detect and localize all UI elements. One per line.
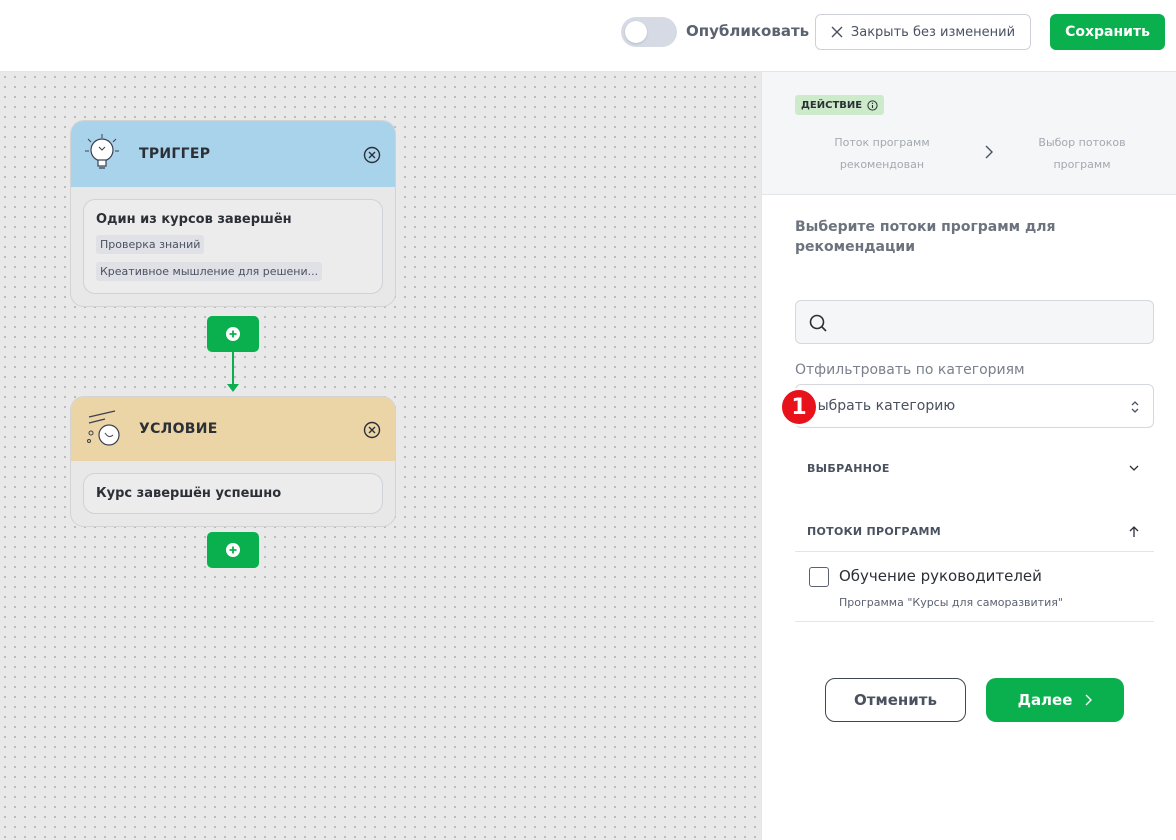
trigger-node-header: ТРИГГЕР — [71, 121, 395, 187]
toggle-knob — [625, 21, 647, 43]
trigger-node[interactable]: ТРИГГЕР Один из курсов завершён Проверка… — [70, 120, 396, 307]
step-stream-recommended[interactable]: Поток программ рекомендован — [812, 132, 952, 176]
remove-node-icon[interactable] — [363, 146, 381, 164]
condition-node-body: Курс завершён успешно — [71, 461, 395, 526]
plus-circle-icon — [226, 327, 240, 341]
chevron-right-icon — [1085, 694, 1093, 706]
arrow-up-icon — [1129, 525, 1139, 537]
connector-line — [232, 352, 234, 388]
trigger-condition-card[interactable]: Один из курсов завершён Проверка знаний … — [83, 199, 383, 294]
program-title: Обучение руководителей — [839, 567, 1042, 585]
publish-label: Опубликовать — [686, 22, 810, 40]
category-select[interactable]: 1 Выбрать категорию — [780, 384, 1154, 428]
cancel-button[interactable]: Отменить — [825, 678, 966, 722]
search-icon — [809, 314, 827, 332]
chevron-right-icon — [985, 145, 993, 159]
close-button-label: Закрыть без изменений — [850, 24, 1016, 40]
panel-subtitle: Выберите потоки программ для рекомендаци… — [795, 219, 1056, 255]
trigger-node-title: ТРИГГЕР — [139, 146, 211, 162]
search-input[interactable] — [840, 309, 1140, 337]
action-settings-panel: ДЕЙСТВИЕ Поток программ рекомендован Выб… — [761, 72, 1176, 840]
publish-toggle[interactable] — [621, 17, 677, 47]
action-badge: ДЕЙСТВИЕ — [795, 95, 885, 115]
course-tag: Креативное мышление для решени... — [96, 262, 323, 281]
section-streams-label: ПОТОКИ ПРОГРАММ — [807, 525, 942, 538]
condition-card-title: Курс завершён успешно — [96, 486, 282, 501]
plus-circle-icon — [226, 543, 240, 557]
add-step-button[interactable] — [207, 316, 259, 352]
close-without-changes-button[interactable]: Закрыть без изменений — [815, 14, 1031, 50]
condition-node-header: УСЛОВИЕ — [71, 397, 395, 461]
close-icon — [831, 26, 843, 38]
lightbulb-icon — [85, 134, 119, 169]
condition-node[interactable]: УСЛОВИЕ Курс завершён успешно — [70, 396, 396, 527]
program-subtitle: Программа "Курсы для саморазвития" — [839, 596, 1063, 609]
section-favorite-label: ВЫБРАННОЕ — [807, 461, 890, 475]
condition-card[interactable]: Курс завершён успешно — [83, 473, 383, 514]
chevron-up-down-icon — [1131, 401, 1139, 413]
save-button[interactable]: Сохранить — [1050, 14, 1165, 50]
search-field[interactable] — [795, 300, 1154, 344]
next-button-label: Далее — [1017, 691, 1073, 709]
program-checkbox[interactable] — [809, 567, 829, 587]
workflow-canvas[interactable]: ТРИГГЕР Один из курсов завершён Проверка… — [0, 72, 761, 840]
connector-arrow — [227, 384, 239, 392]
course-tag: Проверка знаний — [96, 235, 205, 254]
add-step-button[interactable] — [207, 532, 259, 568]
panel-header: ДЕЙСТВИЕ Поток программ рекомендован Выб… — [762, 72, 1176, 195]
step-select-streams[interactable]: Выбор потоков программ — [1012, 132, 1152, 176]
section-favorite[interactable]: ВЫБРАННОЕ — [795, 448, 1154, 488]
action-badge-label: ДЕЙСТВИЕ — [801, 99, 863, 111]
trigger-card-title: Один из курсов завершён — [96, 212, 292, 227]
program-stream-item[interactable]: Обучение руководителей Программа "Курсы … — [795, 557, 1154, 622]
remove-node-icon[interactable] — [363, 421, 381, 439]
chevron-down-icon — [1129, 465, 1139, 471]
category-select-value: Выбрать категорию — [808, 398, 956, 414]
info-icon[interactable] — [867, 99, 878, 111]
filter-label: Отфильтровать по категориям — [795, 362, 1025, 378]
next-button[interactable]: Далее — [986, 678, 1124, 722]
condition-node-title: УСЛОВИЕ — [139, 421, 218, 437]
section-program-streams[interactable]: ПОТОКИ ПРОГРАММ — [795, 512, 1154, 552]
trigger-node-body: Один из курсов завершён Проверка знаний … — [71, 187, 395, 306]
top-bar: Опубликовать Закрыть без изменений Сохра… — [0, 0, 1176, 72]
step-marker-badge: 1 — [780, 388, 818, 426]
condition-illustration-icon — [87, 410, 120, 446]
